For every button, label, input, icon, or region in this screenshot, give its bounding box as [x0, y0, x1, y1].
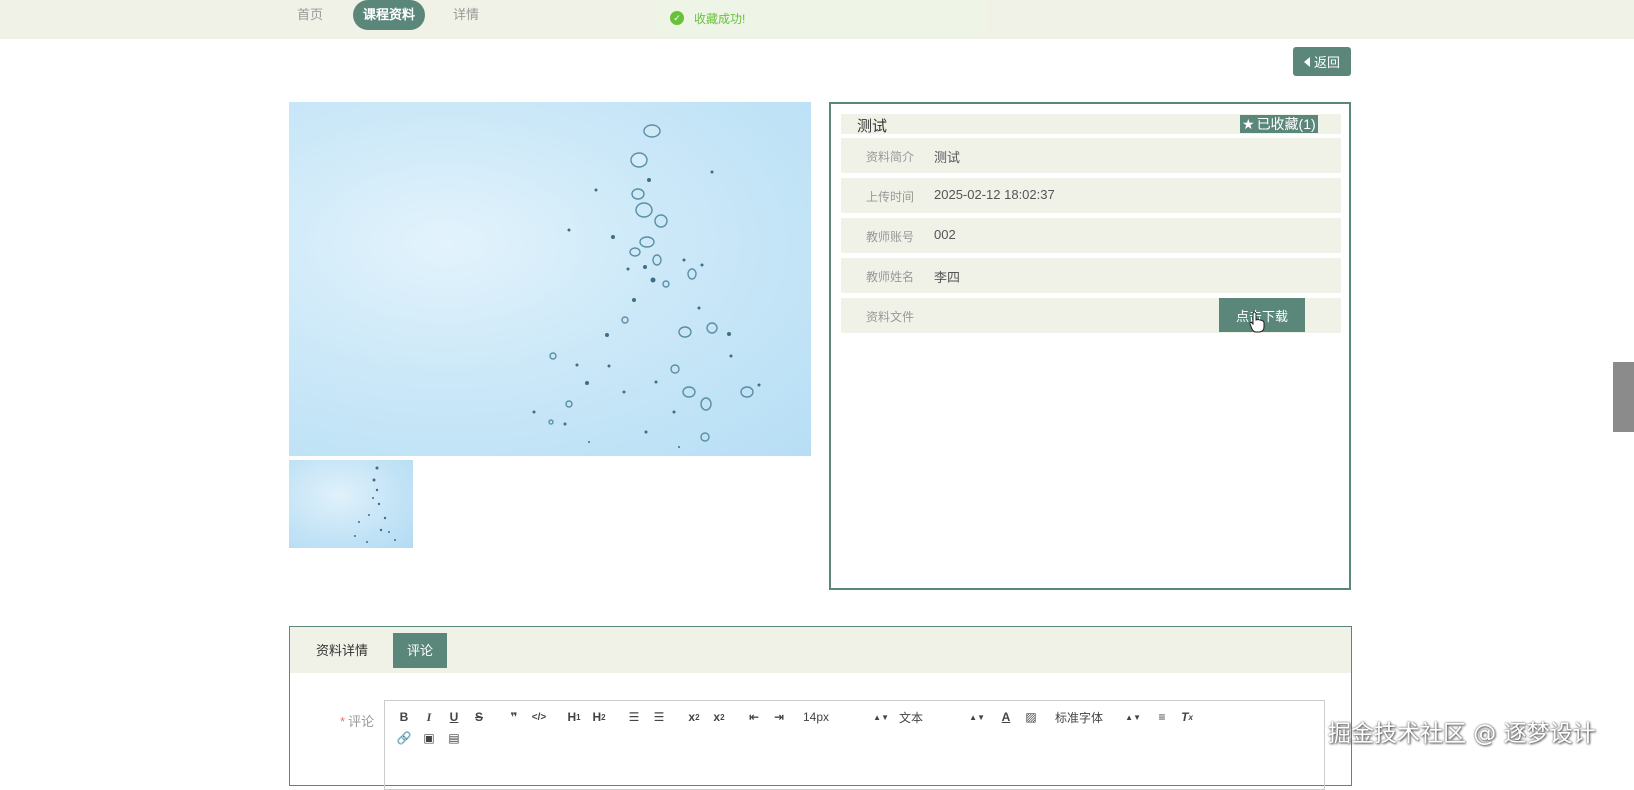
nav-item-course-materials[interactable]: 课程资料 — [353, 0, 426, 30]
info-label: 教师账号 — [866, 230, 915, 244]
select-arrows-icon: ▲▼ — [969, 712, 985, 722]
align-icon[interactable]: ≡ — [1151, 707, 1173, 727]
comment-label-text: 评论 — [348, 714, 375, 729]
subscript-icon[interactable]: x2 — [683, 707, 705, 727]
main-image-water-bubbles — [289, 102, 811, 456]
text-type-select[interactable]: 文本 ▲▼ — [899, 707, 985, 727]
info-header: 测试 ★ 已收藏(1) — [841, 114, 1341, 135]
watermark-text: 掘金技术社区 @ 逐梦设计 — [1328, 721, 1596, 747]
ordered-list-icon[interactable]: ☰ — [623, 707, 645, 727]
nav-item-detail[interactable]: 详情 — [443, 0, 489, 30]
thumbnail-image[interactable] — [289, 460, 413, 548]
favorite-button[interactable]: ★ 已收藏(1) — [1240, 115, 1318, 133]
info-label: 上传时间 — [866, 190, 915, 204]
comment-field-label: * 评论 — [340, 711, 374, 730]
check-circle-icon: ✓ — [670, 11, 684, 25]
indent-icon[interactable]: ⇥ — [768, 707, 790, 727]
clear-format-icon[interactable]: Tx — [1176, 707, 1198, 727]
bullet-list-icon[interactable]: ☰ — [648, 707, 670, 727]
font-family-select[interactable]: 标准字体 ▲▼ — [1055, 707, 1141, 727]
font-color-icon[interactable]: A — [995, 707, 1017, 727]
info-row-file: 资料文件 点击下载 — [841, 298, 1341, 333]
select-arrows-icon: ▲▼ — [1125, 712, 1141, 722]
text-type-value: 文本 — [899, 710, 924, 725]
tabs-bar: 资料详情 评论 — [290, 627, 1351, 673]
select-arrows-icon: ▲▼ — [873, 712, 889, 722]
material-title: 测试 — [857, 118, 888, 135]
info-value: 2025-02-12 18:02:37 — [934, 187, 1055, 202]
outdent-icon[interactable]: ⇤ — [743, 707, 765, 727]
nav-item-home[interactable]: 首页 — [287, 0, 333, 30]
comment-rich-text-editor: B I U S ❞ </> H1 H2 ☰ ☰ x2 x2 ⇤ ⇥ 14px ▲… — [384, 700, 1325, 790]
superscript-icon[interactable]: x2 — [708, 707, 730, 727]
info-value: 002 — [934, 227, 956, 242]
tab-comments[interactable]: 评论 — [393, 633, 448, 668]
editor-toolbar-row-1: B I U S ❞ </> H1 H2 ☰ ☰ x2 x2 ⇤ ⇥ 14px ▲… — [393, 707, 1201, 727]
info-row-teacher-name: 教师姓名 李四 — [841, 258, 1341, 293]
star-icon: ★ — [1242, 116, 1255, 132]
info-row-teacher-account: 教师账号 002 — [841, 218, 1341, 253]
info-value: 李四 — [934, 270, 961, 285]
back-button[interactable]: 返回 — [1293, 47, 1351, 76]
code-block-icon[interactable]: </> — [528, 707, 550, 727]
bubbles-illustration — [532, 124, 761, 448]
font-size-value: 14px — [803, 710, 830, 724]
info-label: 教师姓名 — [866, 270, 915, 284]
success-toast: ✓ 收藏成功! — [656, 0, 986, 36]
blockquote-icon[interactable]: ❞ — [503, 707, 525, 727]
back-button-label: 返回 — [1313, 55, 1340, 70]
italic-icon[interactable]: I — [418, 707, 440, 727]
info-value: 测试 — [934, 150, 961, 165]
video-icon[interactable]: ▤ — [443, 728, 465, 748]
link-icon[interactable]: 🔗 — [393, 728, 415, 748]
editor-toolbar-row-2: 🔗 ▣ ▤ — [393, 728, 468, 748]
favorite-label: 已收藏(1) — [1256, 116, 1316, 132]
background-color-icon[interactable]: ▨ — [1020, 707, 1042, 727]
image-icon[interactable]: ▣ — [418, 728, 440, 748]
detail-tabs-panel: 资料详情 评论 * 评论 B I U S ❞ </> H1 H2 ☰ ☰ x2 x… — [289, 626, 1352, 790]
bubbles-thumbnail-illustration — [354, 466, 396, 543]
info-label: 资料文件 — [866, 310, 915, 324]
page-scrollbar-handle[interactable] — [1613, 362, 1634, 432]
bold-icon[interactable]: B — [393, 707, 415, 727]
info-row-upload-time: 上传时间 2025-02-12 18:02:37 — [841, 178, 1341, 213]
font-family-value: 标准字体 — [1055, 710, 1104, 725]
tab-material-detail[interactable]: 资料详情 — [302, 633, 382, 668]
material-info-panel: 测试 ★ 已收藏(1) 资料简介 测试 上传时间 2025-02-12 18:0… — [829, 102, 1351, 590]
required-mark: * — [340, 714, 346, 729]
toast-message: 收藏成功! — [694, 11, 746, 26]
strikethrough-icon[interactable]: S — [468, 707, 490, 727]
caret-left-icon — [1303, 56, 1310, 67]
underline-icon[interactable]: U — [443, 707, 465, 727]
font-size-select[interactable]: 14px ▲▼ — [803, 707, 889, 727]
header-2-icon[interactable]: H2 — [588, 707, 610, 727]
header-1-icon[interactable]: H1 — [563, 707, 585, 727]
info-label: 资料简介 — [866, 150, 915, 164]
info-row-description: 资料简介 测试 — [841, 138, 1341, 173]
hand-cursor-icon — [1249, 311, 1265, 333]
